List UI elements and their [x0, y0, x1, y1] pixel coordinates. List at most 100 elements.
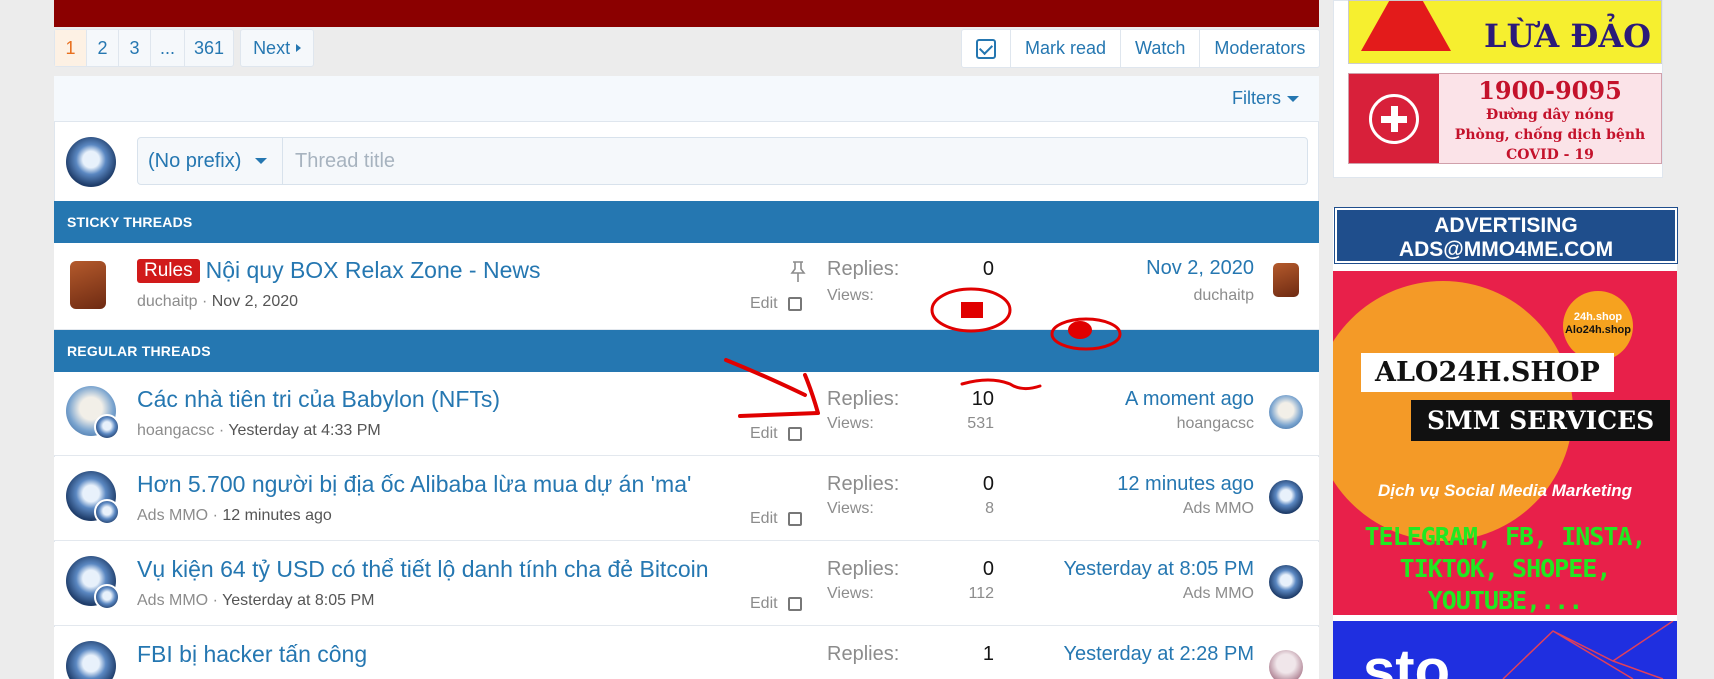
thread-title-link[interactable]: Các nhà tiên tri của Babylon (NFTs): [137, 386, 500, 413]
sticky-threads-header: STICKY THREADS: [54, 201, 1319, 243]
select-threads-button[interactable]: [962, 30, 1011, 67]
thread-row-sticky: Rules Nội quy BOX Relax Zone - News duch…: [54, 243, 1319, 330]
pagination: 1 2 3 ... 361 Next: [54, 29, 315, 67]
thread-author-link[interactable]: Ads MMO: [137, 592, 208, 609]
mark-read-button[interactable]: Mark read: [1011, 30, 1122, 67]
chevron-right-icon: [296, 44, 302, 52]
last-poster-avatar[interactable]: [1269, 395, 1303, 429]
shop-logo-line: 24h.shop: [1573, 311, 1623, 323]
last-poster-avatar[interactable]: [1273, 263, 1299, 297]
thread-title-input[interactable]: [283, 138, 1307, 184]
page-361-link[interactable]: 361: [185, 30, 233, 66]
network-lines-graphic: [1502, 621, 1674, 679]
last-post-date[interactable]: Yesterday at 2:28 PM: [1064, 643, 1255, 666]
quick-thread-form: (No prefix): [137, 137, 1308, 185]
rules-prefix-badge[interactable]: Rules: [137, 258, 200, 283]
thread-title-link[interactable]: Hơn 5.700 người bị địa ốc Alibaba lừa mu…: [137, 471, 691, 498]
last-post-date[interactable]: Yesterday at 8:05 PM: [1064, 558, 1255, 581]
edit-link[interactable]: Edit: [750, 595, 778, 613]
page-jump-ellipsis[interactable]: ...: [151, 30, 186, 66]
replies-count: 0: [982, 258, 994, 280]
last-poster-mini-avatar: [94, 584, 120, 610]
edit-link[interactable]: Edit: [750, 295, 778, 313]
views-label: Views:: [827, 500, 874, 517]
views-count: 8: [985, 500, 994, 517]
replies-count: 10: [971, 388, 994, 410]
thread-author-link[interactable]: hoangacsc: [137, 422, 214, 439]
current-user-avatar[interactable]: [66, 137, 116, 187]
ad-brand-label: ALO24H.SHOP: [1361, 353, 1614, 392]
filters-button[interactable]: Filters: [1232, 88, 1299, 109]
thread-date[interactable]: Yesterday at 8:05 PM: [222, 592, 374, 609]
page-3-link[interactable]: 3: [119, 30, 151, 66]
thread-select-checkbox[interactable]: [787, 427, 802, 441]
thread-title-link[interactable]: Vụ kiện 64 tỷ USD có thể tiết lộ danh tí…: [137, 556, 709, 583]
shop-logo: 24h.shop Alo24h.shop: [1563, 291, 1633, 361]
chevron-down-icon: [255, 158, 268, 164]
edit-link[interactable]: Edit: [750, 510, 778, 528]
author-avatar[interactable]: [70, 261, 106, 309]
last-post-date[interactable]: Nov 2, 2020: [1146, 257, 1254, 280]
ad-platforms-line: TIKTOK, SHOPEE, YOUTUBE,...: [1399, 554, 1612, 615]
ad-head-line: ADVERTISING: [1434, 214, 1578, 237]
page-numbers: 1 2 3 ... 361: [54, 29, 235, 67]
filters-label: Filters: [1232, 88, 1281, 108]
scam-warning-banner[interactable]: LỪA ĐẢO: [1348, 0, 1662, 64]
thread-date[interactable]: 12 minutes ago: [222, 507, 331, 524]
ad-service-label: SMM SERVICES: [1411, 400, 1671, 441]
last-post-date[interactable]: 12 minutes ago: [1117, 473, 1254, 496]
meta-separator: ·: [201, 293, 212, 310]
prefix-select[interactable]: (No prefix): [138, 138, 283, 184]
thread-date[interactable]: Yesterday at 4:33 PM: [228, 422, 380, 439]
page-1-link[interactable]: 1: [55, 30, 87, 66]
meta-separator: ·: [212, 592, 223, 609]
replies-label: Replies:: [827, 258, 900, 280]
last-post-date[interactable]: A moment ago: [1125, 388, 1254, 411]
smm-ad-banner[interactable]: 24h.shop Alo24h.shop ALO24H.SHOP SMM SER…: [1333, 271, 1677, 615]
thread-select-checkbox[interactable]: [787, 597, 802, 611]
last-post-user[interactable]: hoangacsc: [1177, 415, 1254, 433]
views-label: Views:: [827, 287, 874, 304]
chevron-down-icon: [1287, 95, 1299, 102]
ad-platforms-line: TELEGRAM, FB, INSTA,: [1364, 522, 1646, 551]
ad-blue-text: sto: [1363, 638, 1450, 679]
last-post-user[interactable]: Ads MMO: [1183, 585, 1254, 603]
meta-separator: ·: [218, 422, 229, 439]
thread-select-checkbox[interactable]: [787, 512, 802, 526]
regular-threads-header: REGULAR THREADS: [54, 330, 1319, 372]
meta-separator: ·: [212, 507, 223, 524]
watch-button[interactable]: Watch: [1121, 30, 1201, 67]
thread-date[interactable]: Nov 2, 2020: [212, 293, 298, 310]
advertising-header[interactable]: ADVERTISING ADS@MMO4ME.COM: [1334, 207, 1678, 264]
shop-logo-line: Alo24h.shop: [1564, 324, 1631, 336]
replies-label: Replies:: [827, 558, 900, 580]
last-post-user[interactable]: Ads MMO: [1183, 500, 1254, 518]
covid-hotline-banner[interactable]: 1900-9095 Đường dây nóng Phòng, chống dị…: [1348, 73, 1662, 164]
moderators-button[interactable]: Moderators: [1200, 30, 1319, 67]
last-poster-avatar[interactable]: [1269, 565, 1303, 599]
pin-icon: [790, 261, 806, 282]
thread-title-link[interactable]: FBI bị hacker tấn công: [137, 641, 367, 668]
hotline-number: 1900-9095: [1478, 76, 1622, 105]
author-avatar[interactable]: [66, 641, 116, 679]
thread-row: FBI bị hacker tấn công Replies: 1 Yester…: [54, 627, 1319, 679]
warning-text: LỪA ĐẢO: [1484, 17, 1652, 55]
thread-row: Hơn 5.700 người bị địa ốc Alibaba lừa mu…: [54, 457, 1319, 541]
top-banner: [54, 0, 1319, 27]
checkbox-icon: [976, 38, 996, 59]
views-count: 531: [967, 415, 994, 432]
last-post-user[interactable]: duchaitp: [1194, 287, 1255, 305]
page-2-link[interactable]: 2: [87, 30, 119, 66]
thread-author-link[interactable]: duchaitp: [137, 293, 198, 310]
blue-ad-banner[interactable]: sto: [1333, 621, 1677, 679]
filter-bar: Filters: [54, 76, 1319, 122]
last-poster-avatar[interactable]: [1269, 650, 1303, 679]
forum-actions: Mark read Watch Moderators: [961, 29, 1321, 68]
thread-select-checkbox[interactable]: [787, 297, 802, 311]
edit-link[interactable]: Edit: [750, 425, 778, 443]
last-poster-avatar[interactable]: [1269, 480, 1303, 514]
thread-author-link[interactable]: Ads MMO: [137, 507, 208, 524]
last-poster-mini-avatar: [94, 414, 120, 440]
next-page-button[interactable]: Next: [240, 29, 315, 67]
thread-title-link[interactable]: Nội quy BOX Relax Zone - News: [206, 257, 541, 284]
